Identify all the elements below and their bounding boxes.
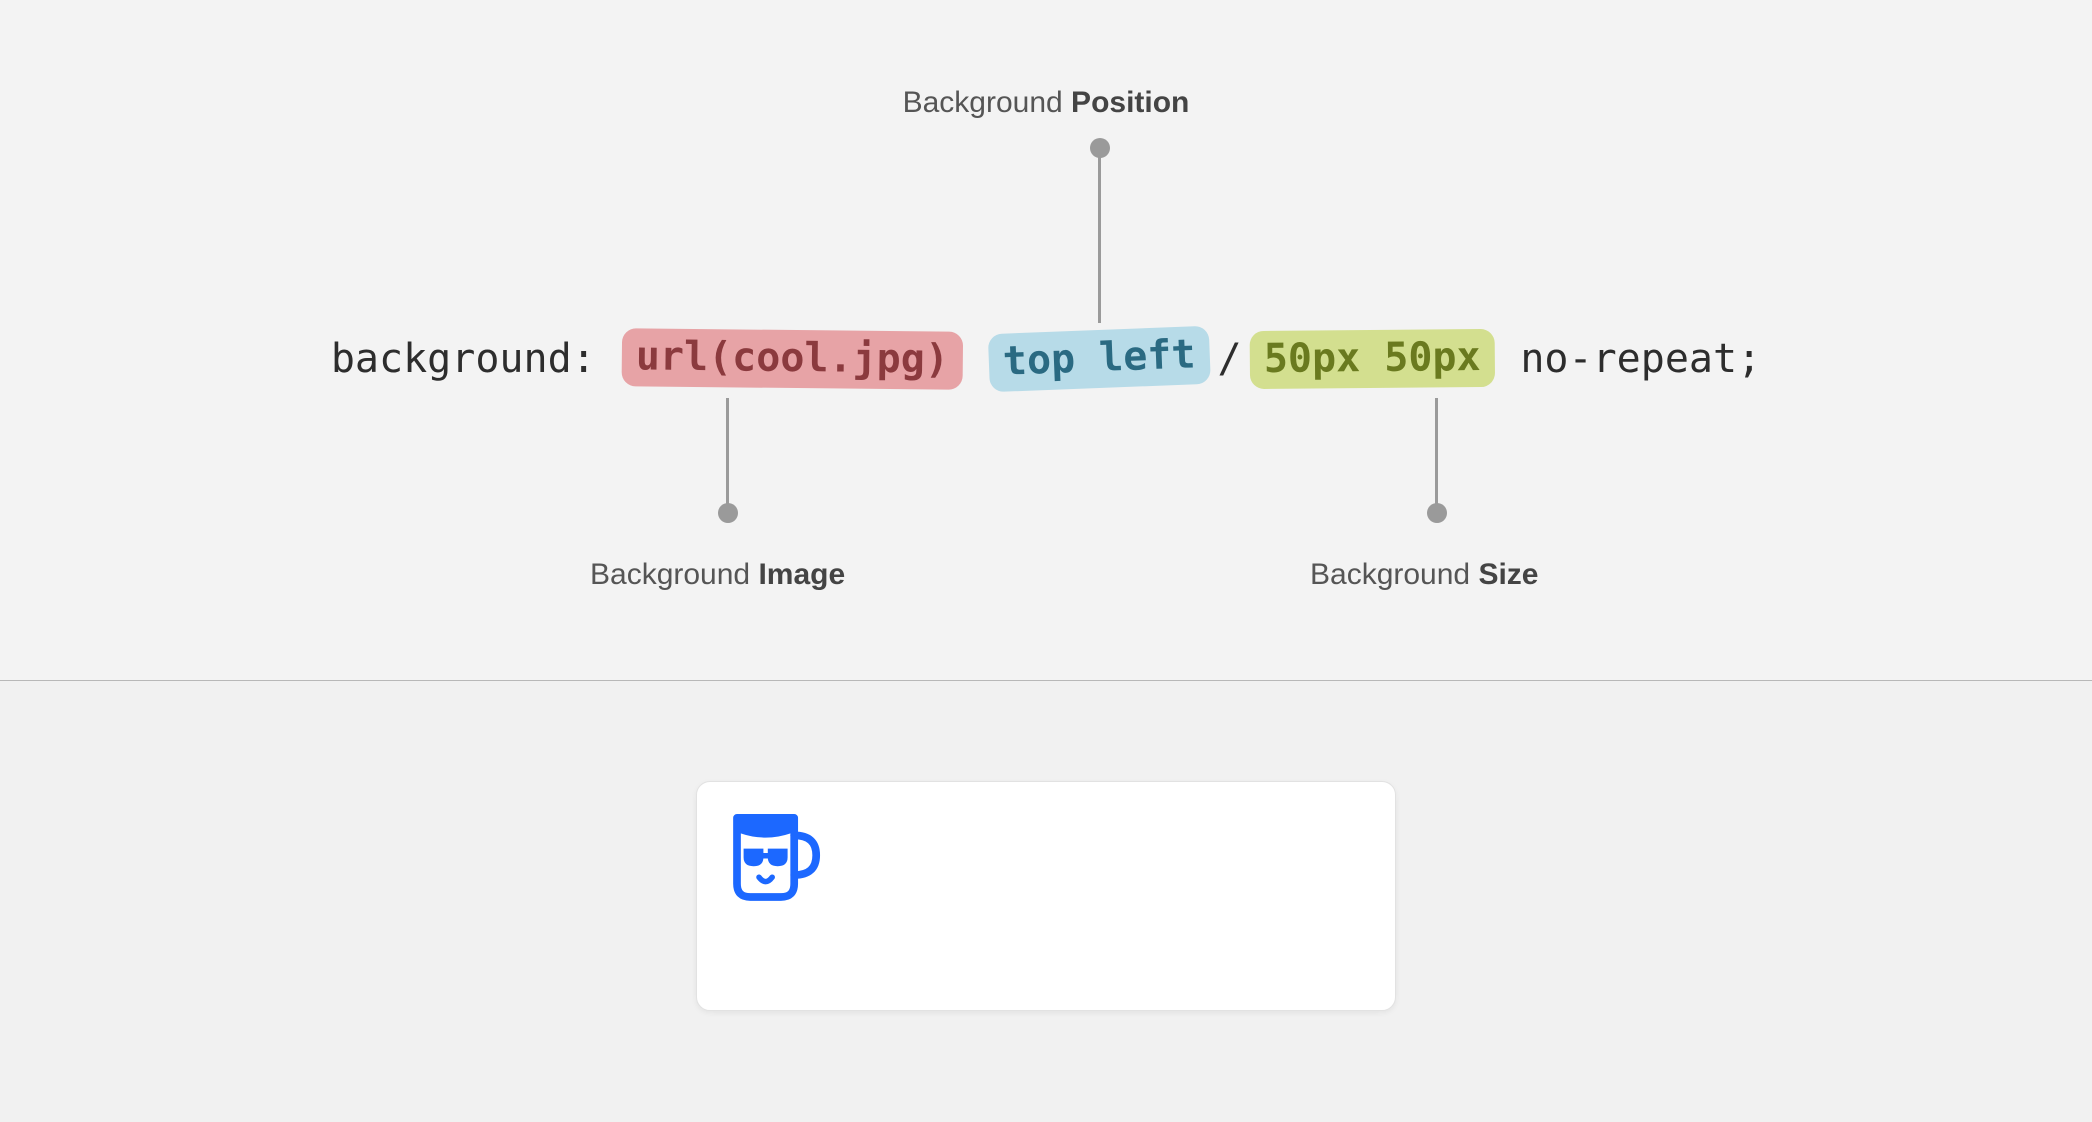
label-image-prefix: Background: [590, 558, 758, 591]
label-size-prefix: Background: [1310, 558, 1478, 591]
label-background-size: Background Size: [1310, 558, 1538, 592]
label-position-bold: Position: [1071, 86, 1189, 119]
css-shorthand-diagram: Background Position background: url(cool…: [0, 0, 2092, 680]
code-property: background:: [331, 336, 596, 382]
connector-position: [1098, 148, 1101, 323]
label-image-bold: Image: [758, 558, 845, 591]
label-size-bold: Size: [1478, 558, 1538, 591]
code-line: background: url(cool.jpg) top left / 50p…: [331, 330, 1761, 388]
connector-dot-icon: [718, 503, 738, 523]
connector-dot-icon: [1090, 138, 1110, 158]
label-background-image: Background Image: [590, 558, 845, 592]
diagram-stage: Background Position background: url(cool…: [0, 0, 2092, 1122]
mug-with-sunglasses-icon: [715, 798, 825, 908]
connector-size: [1435, 398, 1438, 513]
label-position-prefix: Background: [903, 86, 1071, 119]
pill-background-image: url(cool.jpg): [621, 328, 963, 390]
code-slash: /: [1209, 336, 1249, 382]
preview-area: [0, 681, 2092, 1122]
connector-dot-icon: [1427, 503, 1447, 523]
connector-image: [726, 398, 729, 513]
pill-background-size: 50px 50px: [1249, 329, 1494, 389]
pill-background-position: top left: [988, 326, 1211, 392]
label-background-position: Background Position: [903, 86, 1190, 120]
code-repeat: no-repeat;: [1520, 336, 1761, 382]
preview-card: [696, 781, 1396, 1011]
